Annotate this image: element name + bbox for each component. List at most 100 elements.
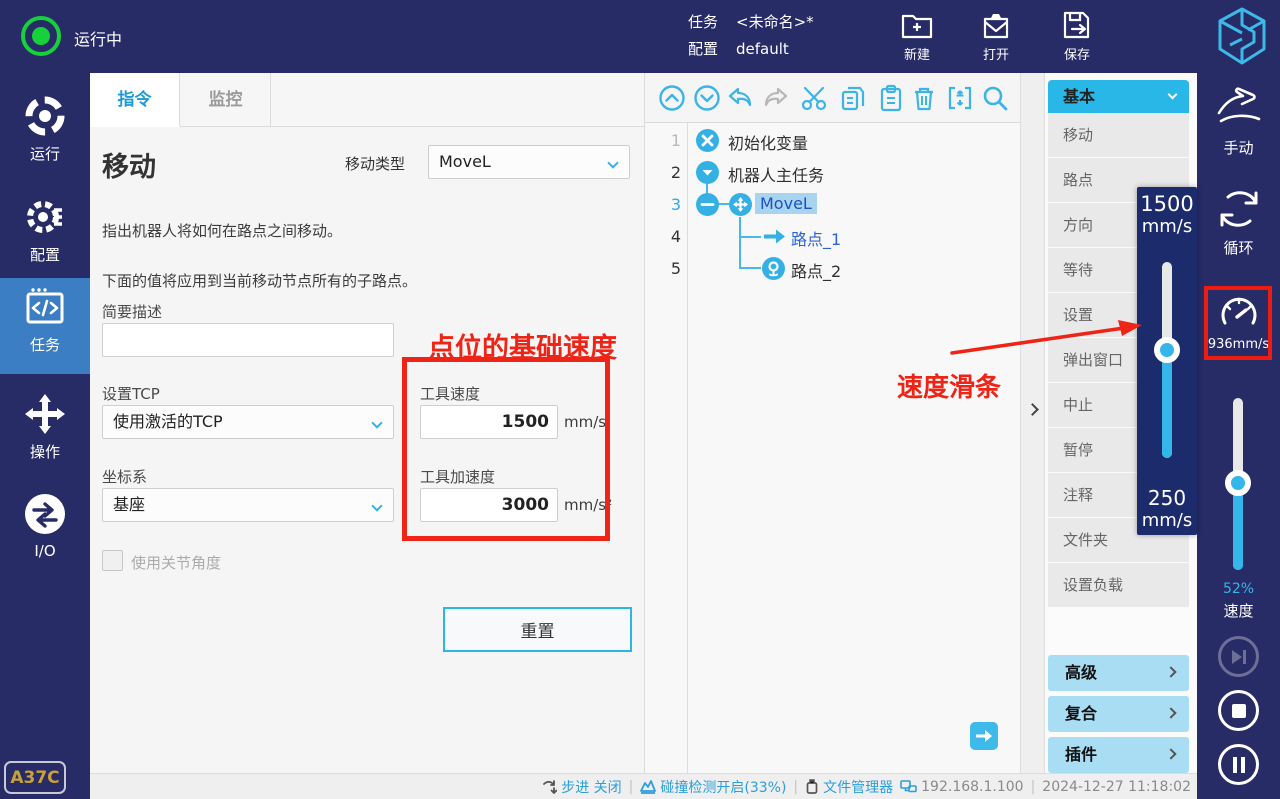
sidebar-item-label: I/O [34,542,55,560]
line-number: 1 [645,131,681,150]
coordinate-frame-value: 基座 [113,495,145,514]
section-basic[interactable]: 基本 [1048,80,1189,113]
step-mode-status[interactable]: 步进 关闭 [542,777,621,797]
scroll-to-node-button[interactable] [970,722,998,750]
collision-icon [640,779,656,794]
tab-monitor[interactable]: 监控 [181,73,271,127]
collapse-nodes-button[interactable] [946,84,974,112]
section-basic-label: 基本 [1063,87,1095,106]
sidebar-item-run[interactable]: 运行 [0,87,90,181]
io-swap-icon [22,491,68,537]
tool-acceleration-input[interactable] [420,488,558,522]
tree-row-init-vars[interactable]: 1 初始化变量 [645,125,1020,157]
open-task-button[interactable]: 打开 [966,9,1026,63]
stop-button[interactable] [1218,690,1259,731]
move-node-icon [729,193,752,216]
config-value: default [736,40,789,58]
chevron-down-icon [1168,90,1178,100]
brief-description-input[interactable] [102,323,394,357]
network-icon [900,780,917,794]
tree-row-main-task[interactable]: 2 机器人主任务 [645,157,1020,189]
instr-item-payload[interactable]: 设置负载 [1048,563,1189,607]
new-task-button[interactable]: 新建 [887,9,947,63]
speed-display-value: 936mm/s [1208,337,1269,352]
speed-display-button[interactable]: 936mm/s [1197,293,1280,352]
chevron-down-icon [607,157,618,168]
instr-item-move[interactable]: 移动 [1048,113,1189,157]
search-button[interactable] [981,84,1009,112]
sidebar-item-label: 运行 [30,145,60,163]
file-manager-link[interactable]: 文件管理器 [805,777,893,797]
sidebar-item-config[interactable]: 配置 [0,188,90,282]
move-node-up-button[interactable] [658,84,686,112]
status-divider: | [793,779,798,795]
sidebar-item-operate[interactable]: 操作 [0,385,90,479]
slider-max-unit: mm/s [1137,216,1197,237]
tree-row-waypoint-1[interactable]: 4 路点_1 [645,221,1020,253]
right-sidebar: 手动 循环 936mm/s 52% 速度 [1197,73,1280,799]
task-name-value: <未命名>* [736,13,814,31]
reset-button[interactable]: 重置 [443,607,632,652]
chevron-right-icon [1026,403,1039,416]
copy-button[interactable] [839,84,867,112]
save-task-button[interactable]: 保存 [1047,9,1107,63]
main-task-collapse-icon [696,161,719,184]
task-info: 任务<未命名>* 配置default [688,9,814,63]
tree-node-label-selected: MoveL [755,194,817,213]
sidebar-item-task[interactable]: 任务 [0,278,90,374]
pause-icon [1232,757,1246,773]
move-node-down-button[interactable] [693,84,721,112]
task-label: 任务 [688,9,722,36]
use-joint-angles-checkbox[interactable] [102,550,123,571]
status-bar: 步进 关闭 | 碰撞检测开启(33%) | 文件管理器 192.168.1.10… [90,773,1197,799]
tool-speed-input[interactable] [420,405,558,439]
step-forward-button[interactable] [1218,636,1259,677]
tcp-select[interactable]: 使用激活的TCP [102,405,394,439]
move-type-value: MoveL [439,152,491,171]
tab-bar: 指令 监控 [90,73,645,127]
arrow-right-icon [975,728,993,744]
tree-row-waypoint-2[interactable]: 5 路点_2 [645,253,1020,285]
tab-instruction[interactable]: 指令 [90,73,180,127]
save-task-label: 保存 [1047,44,1107,63]
tree-node-label: 路点_2 [791,258,841,282]
line-number: 3 [645,195,681,214]
code-window-icon [22,284,68,330]
brand-logo [1214,5,1270,71]
slider-min-value: 250 [1137,486,1197,510]
manual-mode-button[interactable]: 手动 [1197,87,1280,158]
speed-slider-handle[interactable] [1154,337,1180,363]
pause-button[interactable] [1218,744,1259,785]
sidebar-item-label: 操作 [30,443,60,461]
collision-detect-status[interactable]: 碰撞检测开启(33%) [640,777,786,797]
coordinate-frame-label: 坐标系 [102,466,147,487]
usb-drive-icon [805,779,819,794]
slider-max-value: 1500 [1137,192,1197,216]
section-plugin-label: 插件 [1065,745,1097,764]
section-plugin[interactable]: 插件 [1048,737,1189,773]
sidebar-item-io[interactable]: I/O [0,485,90,579]
panel-collapse-handle[interactable] [1020,73,1045,773]
collapse-minus-icon[interactable] [696,193,719,216]
step-mode-icon [542,780,557,794]
version-badge: A37C [4,761,66,794]
set-tcp-label: 设置TCP [102,383,160,404]
global-speed-slider-handle[interactable] [1225,470,1251,496]
section-composite[interactable]: 复合 [1048,696,1189,732]
tree-row-movel[interactable]: 3 MoveL [645,189,1020,221]
run-status-label: 运行中 [74,26,122,50]
robot-teach-pendant-app: 运行中 任务<未命名>* 配置default 新建 打开 保存 运行 配置 [0,0,1280,799]
tree-toolbar [645,73,1020,123]
cut-button[interactable] [800,84,828,112]
status-divider: | [1031,779,1036,795]
move-arrows-icon [22,391,68,437]
redo-button[interactable] [762,84,790,112]
undo-button[interactable] [726,84,754,112]
coordinate-frame-select[interactable]: 基座 [102,488,394,522]
paste-button[interactable] [877,84,905,112]
section-advanced[interactable]: 高级 [1048,655,1189,691]
move-type-select[interactable]: MoveL [428,145,630,179]
loop-mode-button[interactable]: 循环 [1197,185,1280,258]
delete-button[interactable] [910,84,938,112]
annotation-speed-slider: 速度滑条 [897,367,1001,404]
